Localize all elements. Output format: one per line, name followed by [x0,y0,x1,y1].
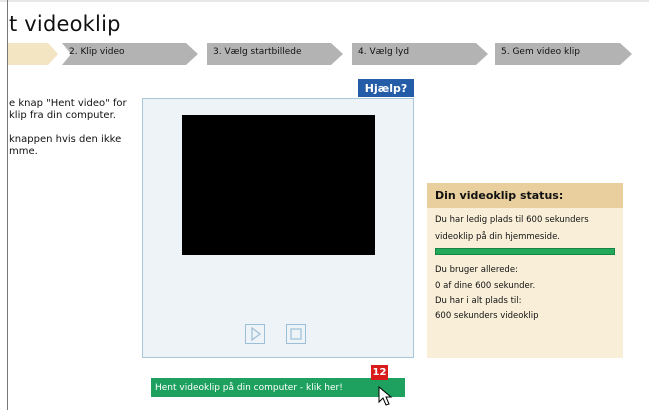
upload-button[interactable]: Hent videoklip på din computer - klik he… [151,378,405,397]
instruction-line: mme. [9,146,38,157]
stop-icon [290,328,302,340]
instruction-line: e knap "Hent video" for [9,98,127,109]
step-5[interactable]: 5. Gem video klip [495,43,632,65]
play-icon [251,326,261,342]
status-line: videoklip på din hjemmeside. [435,232,560,242]
total-label: Du har i alt plads til: [435,296,522,306]
top-divider [0,0,649,2]
step-1[interactable] [8,43,58,65]
step-badge: 12 [371,365,388,380]
status-line: Du har ledig plads til 600 sekunders [435,215,589,225]
page-title: t videoklip [9,12,121,36]
video-screen [182,115,375,255]
status-header: Din videoklip status: [427,183,623,208]
space-progress-bar [435,248,615,255]
step-label: 5. Gem video klip [501,47,580,57]
help-button[interactable]: Hjælp? [358,79,414,97]
cursor-icon [378,386,393,406]
step-2[interactable]: 2. Klip video [62,43,198,65]
stop-button[interactable] [286,324,306,344]
step-label: 2. Klip video [69,47,125,57]
play-button[interactable] [245,324,265,344]
instruction-line: knappen hvis den ikke [9,134,122,145]
total-value: 600 sekunders videoklip [435,311,539,321]
step-label: 4. Vælg lyd [358,47,410,57]
step-3[interactable]: 3. Vælg startbillede [207,43,343,65]
instruction-line: klip fra din computer. [9,110,116,121]
step-4[interactable]: 4. Vælg lyd [352,43,488,65]
step-label: 3. Vælg startbillede [213,47,302,57]
used-label: Du bruger allerede: [435,265,518,275]
used-value: 0 af dine 600 sekunder. [435,281,536,291]
